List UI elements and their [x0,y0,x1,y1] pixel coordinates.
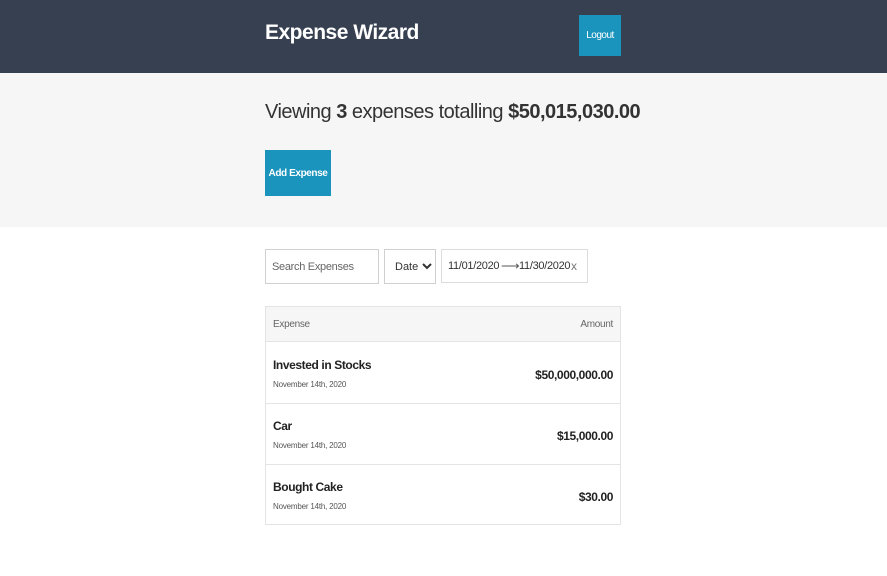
close-icon[interactable]: x [571,259,577,273]
summary-middle: expenses totalling [346,101,509,123]
expense-total: $50,015,030.00 [508,101,641,123]
expense-amount: $50,000,000.00 [535,368,613,382]
expense-amount: $15,000.00 [556,429,613,443]
expense-date: November 14th, 2020 [273,502,347,511]
search-input[interactable] [265,249,379,284]
column-header-amount: Amount [580,319,613,330]
summary-prefix: Viewing [265,101,337,123]
app-title: Expense Wizard [265,21,419,44]
table-row[interactable]: Bought Cake November 14th, 2020 $30.00 [266,465,620,526]
expense-description: Car [273,419,292,433]
app-header: Expense Wizard Logout [0,0,887,73]
arrow-right-icon: ⟶ [501,258,520,273]
table-header: Expense Amount [266,307,620,342]
logout-button[interactable]: Logout [579,15,621,56]
expense-date: November 14th, 2020 [273,441,347,450]
date-range-picker[interactable]: 11/01/2020 ⟶ 11/30/2020 x [441,249,588,283]
column-header-expense: Expense [273,319,310,330]
expense-date: November 14th, 2020 [273,380,347,389]
summary-text: Viewing 3 expenses totalling $50,015,030… [265,101,641,124]
summary-panel: Viewing 3 expenses totalling $50,015,030… [0,73,887,227]
sort-select[interactable]: Date [384,249,436,284]
expense-description: Invested in Stocks [273,358,372,372]
table-row[interactable]: Car November 14th, 2020 $15,000.00 [266,404,620,465]
expense-table: Expense Amount Invested in Stocks Novemb… [265,306,621,525]
table-row[interactable]: Invested in Stocks November 14th, 2020 $… [266,343,620,404]
end-date[interactable]: 11/30/2020 [519,260,571,272]
expense-description: Bought Cake [273,480,343,494]
expense-amount: $30.00 [578,490,614,504]
expense-count: 3 [336,101,347,123]
start-date[interactable]: 11/01/2020 [448,260,500,272]
add-expense-button[interactable]: Add Expense [265,150,331,196]
